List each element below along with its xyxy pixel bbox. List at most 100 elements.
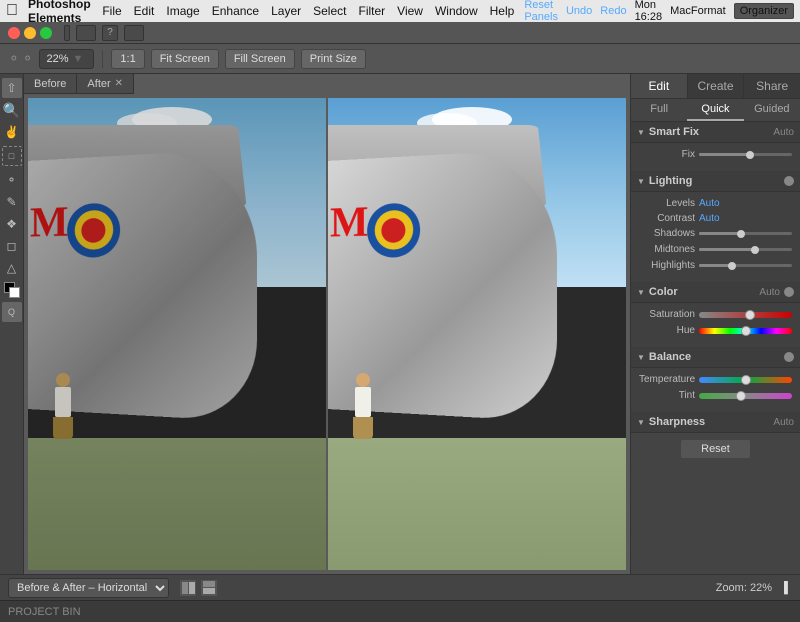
contrast-row: Contrast Auto [639, 213, 792, 224]
balance-triangle: ▼ [637, 353, 645, 362]
smart-fix-content: Fix [631, 143, 800, 171]
lasso-tool[interactable]: ⚬ [2, 170, 22, 190]
tab-share[interactable]: Share [744, 74, 800, 98]
lighting-content: Levels Auto Contrast Auto Shadows Midton… [631, 192, 800, 282]
app-name: Photoshop Elements [28, 0, 92, 25]
select-tool[interactable]: □ [2, 146, 22, 166]
color-header[interactable]: ▼ Color Auto [631, 282, 800, 303]
ratio-button[interactable]: 1:1 [111, 49, 144, 69]
zoom-info: Zoom: 22% [716, 582, 772, 594]
bottom-bar: Before & After – Horizontal Before Only … [0, 574, 800, 600]
tint-slider[interactable] [699, 393, 792, 399]
view-select[interactable]: Before & After – Horizontal Before Only … [8, 578, 169, 598]
minimize-button[interactable] [24, 27, 36, 39]
organizer-btn[interactable]: Organizer [734, 3, 794, 19]
menu-enhance[interactable]: Enhance [212, 4, 259, 18]
before-overlay [28, 98, 326, 570]
apple-menu[interactable]:  [6, 2, 18, 20]
left-toolbar: ⇧ 🔍 ✌ □ ⚬ ✎ ❖ ◻ △ Q [0, 74, 24, 574]
fix-row: Fix [639, 149, 792, 160]
hand-tool[interactable]: ✌ [2, 122, 22, 142]
menu-window[interactable]: Window [435, 4, 478, 18]
print-size-button[interactable]: Print Size [301, 49, 366, 69]
menu-select[interactable]: Select [313, 4, 346, 18]
help-icon[interactable]: ? [102, 25, 118, 41]
person-after [352, 373, 374, 438]
hue-slider[interactable] [699, 328, 792, 334]
reset-button[interactable]: Reset [680, 439, 751, 459]
subtab-guided[interactable]: Guided [744, 99, 800, 121]
grid-icon[interactable] [76, 25, 96, 41]
contrast-auto[interactable]: Auto [699, 213, 720, 224]
nav-icon[interactable] [64, 25, 70, 41]
fg-bg-colors[interactable] [4, 282, 20, 298]
sharpness-auto[interactable]: Auto [773, 417, 794, 428]
menu-edit[interactable]: Edit [134, 4, 155, 18]
after-close-icon[interactable]: ✕ [115, 78, 123, 89]
fit-screen-button[interactable]: Fit Screen [151, 49, 219, 69]
saturation-slider[interactable] [699, 312, 792, 318]
zoom-tool[interactable]: 🔍 [2, 100, 22, 120]
zoom-label: Zoom: [716, 582, 747, 594]
lighting-header[interactable]: ▼ Lighting [631, 171, 800, 192]
eraser-tool[interactable]: ◻ [2, 236, 22, 256]
smart-fix-header[interactable]: ▼ Smart Fix Auto [631, 122, 800, 143]
sub-tabs: Full Quick Guided [631, 99, 800, 122]
shadows-slider[interactable] [699, 232, 792, 235]
roundel-after [368, 202, 421, 257]
project-bin-label: PROJECT BIN [8, 606, 81, 618]
menu-image[interactable]: Image [166, 4, 199, 18]
smart-fix-auto[interactable]: Auto [773, 127, 794, 138]
saturation-label: Saturation [639, 309, 695, 320]
midtones-label: Midtones [639, 244, 695, 255]
contrast-label: Contrast [639, 213, 695, 224]
fill-screen-button[interactable]: Fill Screen [225, 49, 295, 69]
subtab-quick[interactable]: Quick [687, 99, 743, 121]
balance-content: Temperature Tint [631, 368, 800, 412]
panels-scroll[interactable]: ▼ Smart Fix Auto Fix ▼ Lighting [631, 122, 800, 574]
close-button[interactable] [8, 27, 20, 39]
view-icons [179, 579, 218, 597]
quick-fix-tool[interactable]: Q [2, 302, 22, 322]
menu-help[interactable]: Help [490, 4, 515, 18]
temperature-slider[interactable] [699, 377, 792, 383]
undo-btn[interactable]: Undo [566, 5, 592, 17]
magazine-label: MacFormat [670, 5, 726, 17]
highlights-slider[interactable] [699, 264, 792, 267]
levels-auto[interactable]: Auto [699, 198, 720, 209]
fix-slider[interactable] [699, 153, 792, 156]
balance-header[interactable]: ▼ Balance [631, 347, 800, 368]
tab-create[interactable]: Create [688, 74, 745, 98]
tab-edit[interactable]: Edit [631, 74, 688, 98]
move-tool[interactable]: ⇧ [2, 78, 22, 98]
before-after-v-icon[interactable] [200, 579, 218, 597]
clone-tool[interactable]: ❖ [2, 214, 22, 234]
menu-filter[interactable]: Filter [358, 4, 385, 18]
after-panel-label: After ✕ [77, 74, 134, 94]
menu-bar:  Photoshop Elements File Edit Image Enh… [0, 0, 800, 22]
color-title: Color [649, 286, 760, 298]
menu-file[interactable]: File [102, 4, 121, 18]
before-after-h-icon[interactable] [179, 579, 197, 597]
canvas-content: M [24, 94, 630, 574]
scroll-handle[interactable]: ▌ [784, 582, 792, 594]
hue-label: Hue [639, 325, 695, 336]
reset-panels-btn[interactable]: Reset Panels [524, 0, 558, 23]
brush-tool[interactable]: ✎ [2, 192, 22, 212]
subtab-full[interactable]: Full [631, 99, 687, 121]
redo-btn[interactable]: Redo [600, 5, 626, 17]
after-photo: M [328, 98, 626, 570]
canvas-header: Before After ✕ [24, 74, 630, 94]
sharpness-header[interactable]: ▼ Sharpness Auto [631, 412, 800, 433]
midtones-row: Midtones [639, 244, 792, 255]
color-tool[interactable]: △ [2, 258, 22, 278]
view-icon[interactable] [124, 25, 144, 41]
menu-view[interactable]: View [397, 4, 423, 18]
menu-layer[interactable]: Layer [271, 4, 301, 18]
midtones-slider[interactable] [699, 248, 792, 251]
roundel-inner-after [382, 217, 406, 242]
before-photo-panel: M [28, 98, 326, 570]
color-auto[interactable]: Auto [759, 287, 780, 298]
maximize-button[interactable] [40, 27, 52, 39]
person-head-after [356, 373, 370, 387]
